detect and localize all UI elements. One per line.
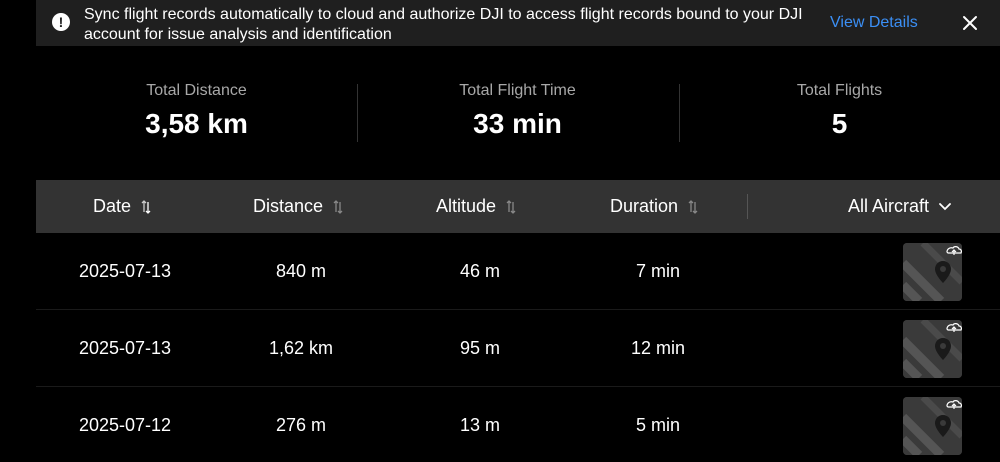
sort-icon (333, 199, 343, 214)
flight-summary: Total Distance 3,58 km Total Flight Time… (36, 70, 1000, 160)
flight-record-row[interactable]: 2025-07-13 840 m 46 m 7 min (36, 233, 1000, 310)
flight-record-row[interactable]: 2025-07-12 276 m 13 m 5 min (36, 387, 1000, 462)
stat-value: 5 (831, 108, 848, 139)
column-label: Date (93, 196, 132, 216)
banner-message: Sync flight records automatically to clo… (84, 6, 803, 43)
sort-icon (141, 199, 151, 214)
stat-label: Total Flight Time (459, 82, 576, 99)
stat-label: Total Flights (796, 82, 883, 99)
column-label: Distance (253, 196, 324, 216)
total-flight-time-stat: Total Flight Time 33 min (357, 70, 678, 160)
altitude-cell: 46 m (459, 261, 501, 281)
duration-cell: 5 min (635, 415, 680, 435)
aircraft-filter-dropdown[interactable]: All Aircraft (848, 180, 951, 233)
flight-records-page: ! Sync flight records automatically to c… (0, 0, 1000, 462)
view-details-link[interactable]: View Details (830, 14, 918, 32)
distance-cell: 840 m (275, 261, 327, 281)
altitude-cell: 95 m (459, 338, 501, 358)
column-label: Altitude (436, 196, 497, 216)
flight-map-thumbnail[interactable] (903, 320, 962, 378)
flight-records-list: 2025-07-13 840 m 46 m 7 min 2025-07-13 1… (36, 233, 1000, 462)
flight-record-row[interactable]: 2025-07-13 1,62 km 95 m 12 min (36, 310, 1000, 387)
date-column-header[interactable]: Date (93, 180, 151, 233)
altitude-cell: 13 m (459, 415, 501, 435)
header-divider (747, 194, 748, 219)
sort-icon (506, 199, 516, 214)
total-flights-stat: Total Flights 5 (679, 70, 1000, 160)
stat-value: 33 min (473, 108, 562, 139)
date-cell: 2025-07-12 (78, 415, 172, 435)
distance-column-header[interactable]: Distance (253, 180, 343, 233)
sync-banner: ! Sync flight records automatically to c… (36, 0, 1000, 46)
duration-cell: 12 min (630, 338, 686, 358)
duration-cell: 7 min (635, 261, 680, 281)
flight-map-thumbnail[interactable] (903, 397, 962, 455)
distance-cell: 1,62 km (268, 338, 334, 358)
info-icon: ! (52, 13, 70, 31)
chevron-down-icon (939, 202, 951, 210)
sort-icon (688, 199, 698, 214)
date-cell: 2025-07-13 (78, 261, 172, 281)
stat-label: Total Distance (146, 82, 247, 99)
altitude-column-header[interactable]: Altitude (436, 180, 516, 233)
flight-map-thumbnail[interactable] (903, 243, 962, 301)
duration-column-header[interactable]: Duration (610, 180, 698, 233)
column-label: Duration (610, 196, 679, 216)
distance-cell: 276 m (275, 415, 327, 435)
total-distance-stat: Total Distance 3,58 km (36, 70, 357, 160)
date-cell: 2025-07-13 (78, 338, 172, 358)
filter-label: All Aircraft (848, 196, 930, 216)
stat-value: 3,58 km (145, 108, 248, 139)
close-icon (963, 16, 977, 30)
table-header: Date Distance Altitude Duration All Airc… (36, 180, 1000, 233)
close-banner-button[interactable] (959, 12, 981, 34)
